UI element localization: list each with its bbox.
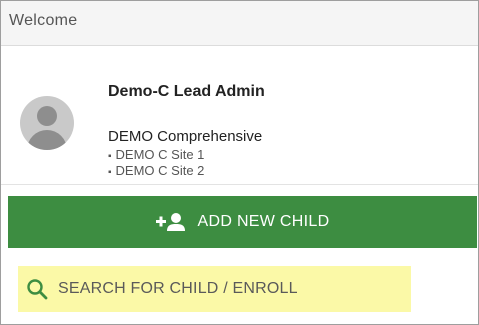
user-name: Demo-C Lead Admin — [108, 83, 265, 100]
add-person-icon — [155, 212, 186, 232]
search-icon — [26, 278, 48, 300]
avatar-body — [27, 130, 67, 150]
add-new-child-label: ADD NEW CHILD — [197, 213, 330, 230]
user-profile: Demo-C Lead Admin DEMO Comprehensive DEM… — [1, 46, 478, 185]
search-child-enroll-label: SEARCH FOR CHILD / ENROLL — [58, 280, 298, 297]
avatar-head — [37, 106, 57, 126]
site-item: DEMO C Site 2 — [108, 164, 205, 180]
site-item: DEMO C Site 1 — [108, 148, 205, 164]
welcome-panel: Welcome Demo-C Lead Admin DEMO Comprehen… — [0, 0, 479, 325]
add-new-child-button[interactable]: ADD NEW CHILD — [8, 196, 477, 248]
panel-header: Welcome — [1, 1, 478, 46]
avatar — [20, 96, 74, 150]
search-child-enroll-link[interactable]: SEARCH FOR CHILD / ENROLL — [18, 266, 411, 312]
site-list: DEMO C Site 1 DEMO C Site 2 — [108, 148, 205, 180]
panel-title: Welcome — [9, 12, 78, 29]
organization-name: DEMO Comprehensive — [108, 128, 263, 145]
